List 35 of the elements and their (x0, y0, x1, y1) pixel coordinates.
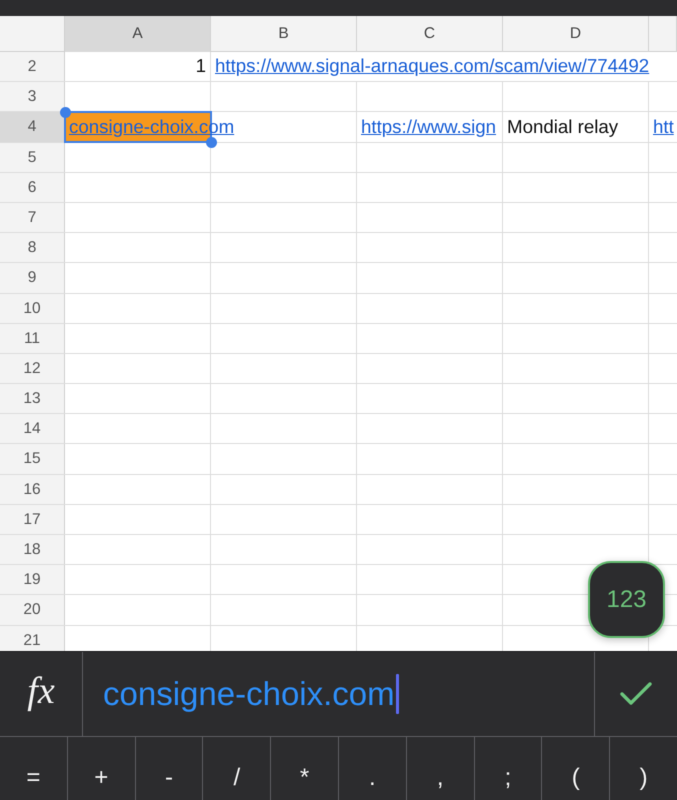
row-header[interactable]: 12 (0, 354, 65, 384)
column-header[interactable]: D (503, 16, 649, 52)
row-header[interactable]: 11 (0, 324, 65, 353)
row-header[interactable]: 5 (0, 142, 65, 172)
cell-link[interactable]: https://www.signal-arnaques.com/scam/view/774492 (215, 55, 650, 78)
row-header[interactable]: 13 (0, 384, 65, 414)
row-header[interactable]: 4 (0, 112, 65, 142)
column-header[interactable]: A (65, 16, 211, 52)
row-header[interactable]: 6 (0, 172, 65, 202)
cell-text: Mondial relay (507, 116, 618, 138)
cell-number: 1 (196, 55, 206, 78)
row-header[interactable]: 20 (0, 595, 65, 625)
row-header[interactable]: 21 (0, 626, 65, 651)
row-header[interactable]: 17 (0, 504, 65, 534)
row-header[interactable]: 8 (0, 233, 65, 262)
row-header[interactable]: 18 (0, 535, 65, 564)
column-header[interactable]: C (357, 16, 503, 52)
text-cursor-icon (396, 674, 399, 714)
check-icon (620, 682, 652, 706)
row-header[interactable]: 2 (0, 52, 65, 82)
selection-handle-icon[interactable] (60, 106, 70, 118)
selection-handle-icon[interactable] (206, 137, 216, 148)
row-header[interactable]: 19 (0, 565, 65, 594)
row-header[interactable]: 15 (0, 444, 65, 474)
row-header[interactable]: 9 (0, 263, 65, 292)
cell-link[interactable]: https://www.sign (361, 116, 496, 138)
number-keys-button[interactable]: 123 (588, 561, 665, 638)
column-header[interactable]: B (211, 16, 357, 52)
row-header[interactable]: 3 (0, 82, 65, 112)
formula-input[interactable]: consigne-choix.com (83, 652, 594, 736)
row-header[interactable]: 16 (0, 474, 65, 504)
row-header[interactable]: 10 (0, 294, 65, 323)
row-header[interactable]: 7 (0, 202, 65, 232)
row-header[interactable]: 14 (0, 414, 65, 444)
cell-link[interactable]: htt (653, 116, 674, 138)
